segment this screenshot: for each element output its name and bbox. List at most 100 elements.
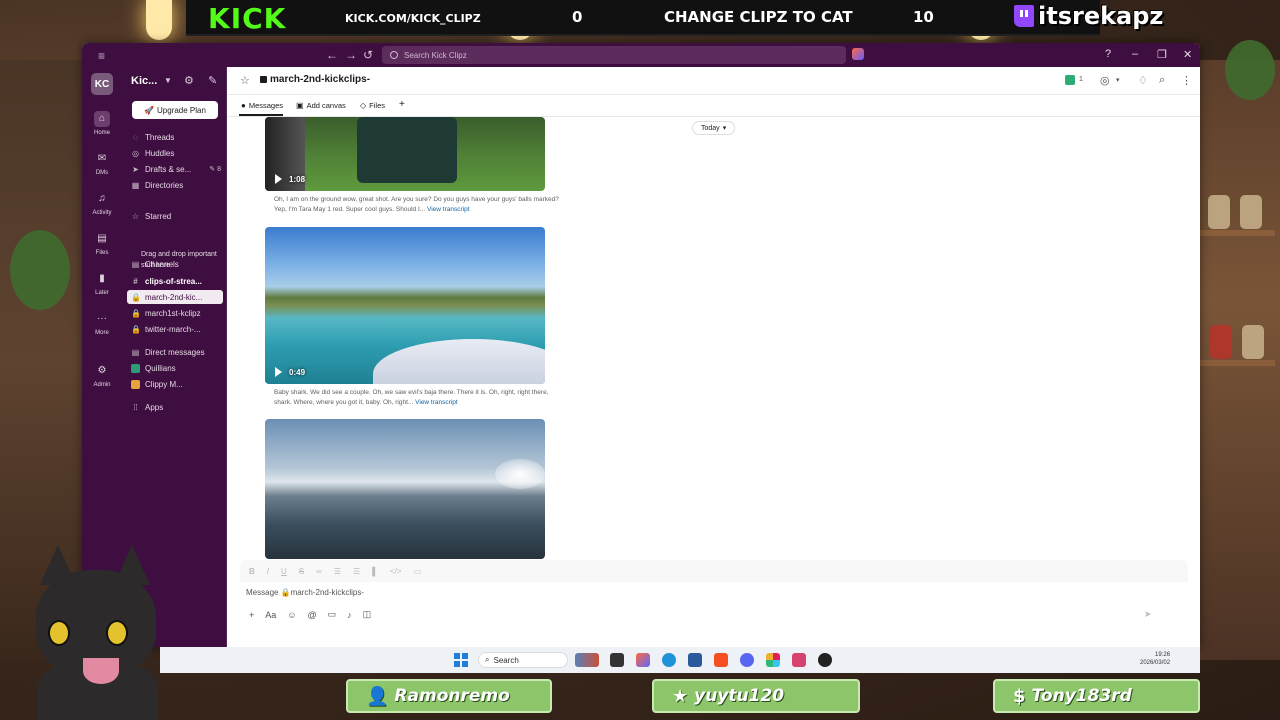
code-block-icon[interactable]: ▭ bbox=[413, 567, 421, 576]
slack-icon[interactable] bbox=[766, 653, 780, 667]
sidebar-channel[interactable]: 🔒 march1st-kclipz bbox=[131, 306, 223, 320]
star-icon[interactable]: ☆ bbox=[240, 74, 250, 87]
search-icon bbox=[390, 51, 398, 59]
widget-icon[interactable] bbox=[575, 653, 599, 667]
forward-icon[interactable]: → bbox=[345, 48, 357, 62]
link-icon[interactable]: ∞ bbox=[316, 567, 322, 576]
app-icon[interactable] bbox=[792, 653, 806, 667]
compose-icon[interactable]: ✎ bbox=[208, 74, 217, 87]
tab-messages[interactable]: ● Messages bbox=[238, 101, 284, 116]
system-clock[interactable]: 19:26 2026/03/02 bbox=[1140, 651, 1170, 667]
blockquote-icon[interactable]: ▌ bbox=[372, 567, 378, 576]
video-attachment[interactable]: 1:08 bbox=[265, 117, 545, 191]
windows-start-icon[interactable] bbox=[454, 653, 468, 667]
member-avatar[interactable] bbox=[1065, 75, 1075, 85]
ordered-list-icon[interactable]: ☰ bbox=[334, 567, 341, 576]
rail-admin[interactable]: ⚙ Admin bbox=[82, 363, 122, 388]
bullet-list-icon[interactable]: ☰ bbox=[353, 567, 360, 576]
rail-dms[interactable]: ✉ DMs bbox=[82, 151, 122, 176]
notifications-icon[interactable]: ♢ bbox=[1138, 74, 1148, 87]
maximize-button[interactable]: ❐ bbox=[1157, 48, 1167, 61]
plus-icon[interactable]: + bbox=[249, 610, 254, 620]
sidebar-dm[interactable]: Quillians bbox=[131, 361, 223, 375]
tab-add-canvas[interactable]: ▣ Add canvas bbox=[296, 101, 346, 110]
workspace-icon[interactable]: KC bbox=[91, 73, 113, 95]
help-icon[interactable]: ? bbox=[1105, 48, 1111, 60]
search-icon[interactable]: ⌕ bbox=[1159, 74, 1165, 87]
minimize-button[interactable]: – bbox=[1132, 48, 1138, 60]
video-icon[interactable]: ▭ bbox=[328, 609, 337, 620]
more-options-icon[interactable]: ⋮ bbox=[1181, 74, 1192, 87]
video-attachment[interactable] bbox=[265, 419, 545, 559]
edge-icon[interactable] bbox=[662, 653, 676, 667]
video-attachment[interactable]: 0:49 bbox=[265, 227, 545, 384]
section-starred[interactable]: ☆ Starred bbox=[131, 209, 223, 223]
message-input[interactable]: Message 🔒march-2nd-kickclips- bbox=[246, 588, 364, 597]
mention-icon[interactable]: @ bbox=[307, 610, 316, 620]
chevron-down-icon: ▾ bbox=[722, 125, 727, 132]
goal-current: 0 bbox=[572, 8, 583, 26]
rail-later[interactable]: ▮ Later bbox=[82, 271, 122, 296]
view-transcript-link[interactable]: View transcript bbox=[427, 206, 470, 213]
chevron-down-icon[interactable]: ▼ bbox=[164, 76, 172, 85]
upgrade-plan-button[interactable]: 🚀 Upgrade Plan bbox=[132, 101, 218, 119]
shortcuts-icon[interactable]: ◫ bbox=[363, 609, 372, 620]
workspace-name[interactable]: Kic... bbox=[131, 75, 157, 87]
code-icon[interactable]: </> bbox=[390, 567, 402, 576]
sidebar-item-huddles[interactable]: ◎ Huddles bbox=[131, 146, 223, 160]
send-icon[interactable]: ➤ bbox=[1144, 609, 1152, 620]
strikethrough-icon[interactable]: S bbox=[299, 567, 304, 576]
sidebar-item-label: Drafts & se... bbox=[145, 164, 192, 174]
sidebar-dm[interactable]: Clippy M... bbox=[131, 377, 223, 391]
section-direct-messages[interactable]: ▤ Direct messages bbox=[131, 345, 223, 359]
view-transcript-link[interactable]: View transcript bbox=[415, 399, 458, 406]
close-button[interactable]: ✕ bbox=[1183, 48, 1192, 61]
tab-files[interactable]: ◇ Files bbox=[360, 101, 385, 110]
italic-icon[interactable]: I bbox=[267, 567, 269, 576]
rail-home[interactable]: ⌂ Home bbox=[82, 111, 122, 136]
copilot-icon[interactable] bbox=[636, 653, 650, 667]
gear-icon[interactable]: ⚙ bbox=[184, 74, 194, 87]
channel-title[interactable]: march-2nd-kickclips- bbox=[270, 74, 370, 85]
sidebar-channel-active[interactable]: 🔒 march-2nd-kic... bbox=[127, 290, 223, 304]
obs-icon[interactable] bbox=[818, 653, 832, 667]
file-explorer-icon[interactable] bbox=[610, 653, 624, 667]
store-icon[interactable] bbox=[688, 653, 702, 667]
section-channels[interactable]: ▤ Channels bbox=[131, 257, 223, 271]
emoji-icon[interactable]: ☺ bbox=[287, 610, 296, 620]
bold-icon[interactable]: B bbox=[249, 567, 255, 576]
add-tab-button[interactable]: + bbox=[399, 99, 405, 110]
search-input[interactable]: Search Kick Clipz bbox=[382, 46, 846, 64]
headphones-icon[interactable]: ◎ bbox=[1100, 74, 1110, 87]
taskbar-search[interactable]: ⌕ Search bbox=[478, 652, 568, 668]
sidebar-channel[interactable]: 🔒 twitter-march-... bbox=[131, 322, 223, 336]
formatting-icon[interactable]: Aa bbox=[265, 610, 276, 620]
rail-more[interactable]: ··· More bbox=[82, 311, 122, 336]
underline-icon[interactable]: U bbox=[281, 567, 287, 576]
back-icon[interactable]: ← bbox=[326, 48, 338, 62]
cat-eye bbox=[106, 620, 128, 646]
rail-files[interactable]: ▤ Files bbox=[82, 231, 122, 256]
twitch-icon bbox=[1014, 5, 1034, 27]
member-count[interactable]: 1 bbox=[1079, 76, 1083, 83]
hash-icon: # bbox=[133, 276, 138, 286]
microphone-icon[interactable]: ♪ bbox=[347, 610, 352, 620]
sidebar-channel[interactable]: # clips-of-strea... bbox=[131, 274, 223, 288]
supporter-name: Ramonremo bbox=[394, 686, 510, 706]
discord-icon[interactable] bbox=[740, 653, 754, 667]
files-icon: ◇ bbox=[360, 101, 367, 110]
chevron-down-icon[interactable]: ▾ bbox=[1116, 76, 1120, 84]
menu-icon[interactable]: ≡ bbox=[98, 49, 105, 63]
rail-activity[interactable]: ♫ Activity bbox=[82, 191, 122, 216]
brave-icon[interactable] bbox=[714, 653, 728, 667]
dms-icon: ▤ bbox=[131, 347, 140, 357]
sidebar-item-threads[interactable]: ◌ Threads bbox=[131, 130, 223, 144]
user-avatar[interactable] bbox=[852, 48, 864, 60]
sidebar-item-apps[interactable]: ⁞⁞ Apps bbox=[131, 400, 223, 414]
sidebar-item-drafts[interactable]: ➤ Drafts & se... ✎ 8 bbox=[131, 162, 223, 176]
messages-icon: ● bbox=[241, 101, 246, 110]
date-divider[interactable]: Today ▾ bbox=[692, 121, 736, 135]
rail-home-label: Home bbox=[93, 130, 110, 136]
history-icon[interactable]: ↺ bbox=[363, 48, 373, 62]
sidebar-item-directories[interactable]: ▦ Directories bbox=[131, 178, 223, 192]
